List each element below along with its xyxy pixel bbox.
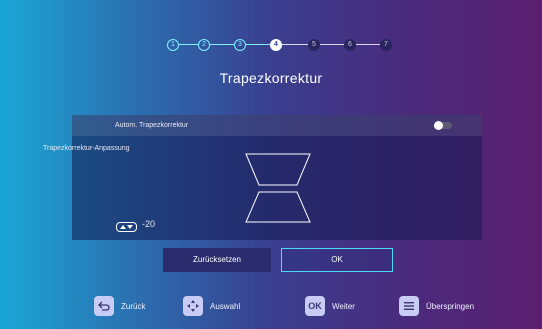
step-3: 3 bbox=[234, 39, 246, 51]
step-connector bbox=[210, 44, 234, 45]
step-connector bbox=[320, 44, 344, 45]
footer-select[interactable]: Auswahl bbox=[183, 296, 240, 316]
step-connector bbox=[282, 44, 308, 45]
back-arrow-icon bbox=[94, 296, 114, 316]
wizard-stepper: 1 2 3 4 5 6 7 bbox=[0, 39, 542, 55]
dpad-icon bbox=[183, 296, 203, 316]
step-connector bbox=[246, 44, 270, 45]
keystone-upper-trapezoid bbox=[245, 153, 311, 186]
footer-back[interactable]: Zurück bbox=[94, 296, 145, 316]
footer-select-label: Auswahl bbox=[210, 301, 241, 311]
keystone-trapezoid-icon bbox=[245, 153, 311, 223]
step-7: 7 bbox=[380, 39, 392, 51]
auto-keystone-label: Autom. Trapezkorrektur bbox=[115, 122, 189, 129]
footer-skip-label: Überspringen bbox=[426, 301, 475, 311]
footer-next[interactable]: OK Weiter bbox=[305, 296, 355, 316]
footer-hints: Zurück Auswahl OK Weiter Überspringen bbox=[0, 296, 542, 320]
ok-button[interactable]: OK bbox=[281, 248, 393, 272]
auto-keystone-toggle[interactable] bbox=[434, 121, 452, 130]
keystone-lower-trapezoid bbox=[245, 191, 311, 223]
ok-key-icon: OK bbox=[305, 296, 325, 316]
footer-skip[interactable]: Überspringen bbox=[399, 296, 474, 316]
step-connector bbox=[356, 44, 380, 45]
page-title: Trapezkorrektur bbox=[219, 70, 323, 86]
step-4-current: 4 bbox=[270, 39, 282, 51]
menu-icon bbox=[399, 296, 419, 316]
footer-next-label: Weiter bbox=[332, 301, 355, 311]
up-down-arrows-glyph bbox=[120, 225, 133, 229]
step-6: 6 bbox=[344, 39, 356, 51]
toggle-knob bbox=[434, 121, 443, 130]
keystone-value: -20 bbox=[142, 219, 156, 229]
reset-button[interactable]: Zurücksetzen bbox=[163, 248, 271, 272]
step-2: 2 bbox=[198, 39, 210, 51]
up-down-arrows-icon[interactable] bbox=[116, 222, 137, 232]
keystone-adjust-label: Trapezkorrektur-Anpassung bbox=[43, 145, 130, 152]
step-1: 1 bbox=[167, 39, 179, 51]
step-connector bbox=[179, 44, 198, 45]
auto-keystone-row[interactable]: Autom. Trapezkorrektur bbox=[72, 115, 482, 136]
footer-back-label: Zurück bbox=[121, 301, 146, 311]
step-5: 5 bbox=[308, 39, 320, 51]
